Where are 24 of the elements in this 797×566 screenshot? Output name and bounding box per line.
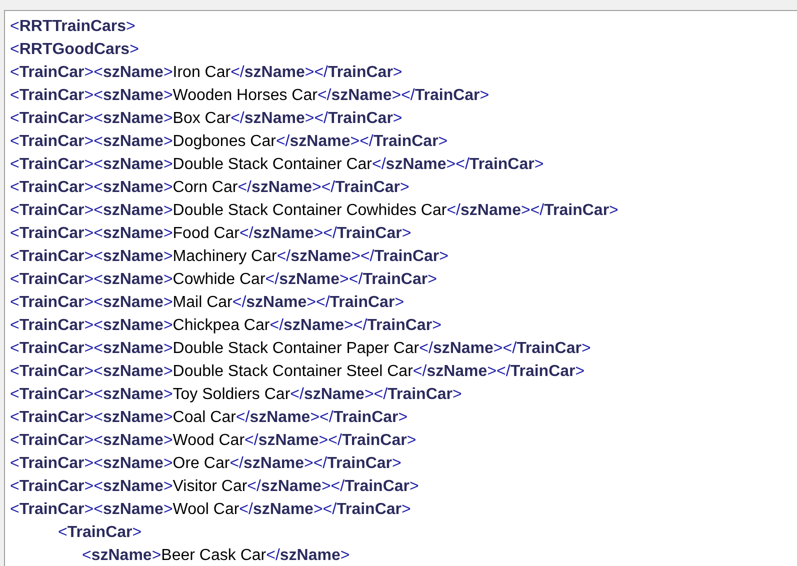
xml-line: <TrainCar><szName>Dogbones Car</szName></TrainCar>	[10, 132, 448, 152]
xml-line: <TrainCar><szName>Wood Car</szName></TrainCar>	[10, 431, 416, 451]
xml-line: <TrainCar><szName>Toy Soldiers Car</szName></TrainCar>	[10, 385, 462, 405]
xml-line: <TrainCar><szName>Cowhide Car</szName></TrainCar>	[10, 270, 437, 290]
xml-line: <TrainCar><szName>Food Car</szName></TrainCar>	[10, 224, 412, 244]
xml-line: <TrainCar><szName>Coal Car</szName></TrainCar>	[10, 408, 408, 428]
xml-line: <TrainCar><szName>Corn Car</szName></TrainCar>	[10, 178, 410, 198]
xml-line: <TrainCar>	[57, 523, 142, 543]
xml-line: <TrainCar><szName>Iron Car</szName></TrainCar>	[10, 63, 402, 83]
xml-line: <RRTGoodCars>	[10, 40, 139, 60]
xml-line: <TrainCar><szName>Visitor Car</szName></TrainCar>	[10, 477, 419, 497]
xml-line: <TrainCar><szName>Wool Car</szName></TrainCar>	[10, 500, 411, 520]
xml-line: <TrainCar><szName>Double Stack Container Cowhides Car</szName></TrainCar>	[10, 201, 618, 221]
xml-line: <TrainCar><szName>Double Stack Container Paper Car</szName></TrainCar>	[10, 339, 591, 359]
xml-line: <TrainCar><szName>Wooden Horses Car</szName></TrainCar>	[10, 86, 490, 106]
xml-line: <TrainCar><szName>Double Stack Container Steel Car</szName></TrainCar>	[10, 362, 585, 382]
xml-line: <TrainCar><szName>Mail Car</szName></TrainCar>	[10, 293, 404, 313]
xml-line: <TrainCar><szName>Box Car</szName></TrainCar>	[10, 109, 402, 129]
xml-line: <TrainCar><szName>Ore Car</szName></TrainCar>	[10, 454, 402, 474]
xml-line: <RRTTrainCars>	[10, 17, 136, 37]
xml-line: <TrainCar><szName>Double Stack Container Car</szName></TrainCar>	[10, 155, 544, 175]
xml-line: <szName>Beer Cask Car</szName>	[81, 546, 350, 566]
xml-line: <TrainCar><szName>Machinery Car</szName></TrainCar>	[10, 247, 448, 267]
xml-line: <TrainCar><szName>Chickpea Car</szName></TrainCar>	[10, 316, 442, 336]
